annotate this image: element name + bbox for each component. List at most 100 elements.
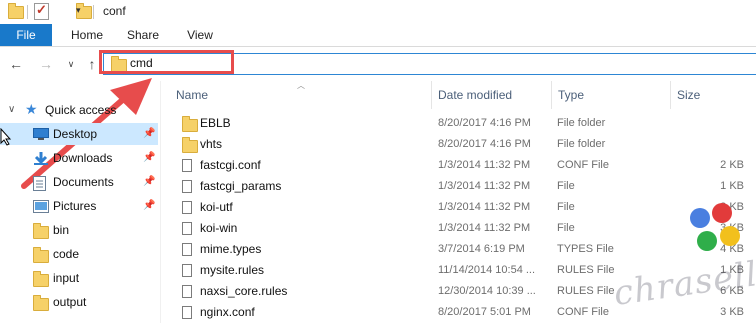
column-header-size[interactable]: Size (671, 81, 756, 109)
file-row[interactable]: mime.types 3/7/2014 6:19 PM TYPES File 4 KB (173, 239, 756, 260)
file-row[interactable]: koi-win1/3/2014 11:32 PMFile3 KB (173, 218, 756, 239)
file-date-modified: 8/20/2017 4:16 PM (438, 138, 531, 150)
folder-icon (33, 295, 49, 311)
file-row[interactable]: fastcgi.conf 1/3/2014 11:32 PM CONF File 2 … (173, 155, 756, 176)
logo-dot-yellow (720, 226, 740, 246)
file-icon (182, 285, 192, 298)
file-icon (182, 222, 192, 235)
file-type: RULES File (557, 285, 615, 297)
file-type: CONF File (557, 306, 609, 318)
file-name: mysite.rules (200, 263, 265, 277)
sidebar-item-label: Desktop (53, 127, 98, 141)
file-type: RULES File (557, 264, 615, 276)
up-icon[interactable]: ↑ (84, 56, 100, 72)
file-date-modified: 12/30/2014 10:39 ... (438, 285, 536, 297)
star-icon: ★ (25, 101, 38, 117)
logo-dot-red (712, 203, 732, 223)
file-name: fastcgi.conf (200, 158, 261, 172)
file-name: naxsi_core.rules (200, 284, 288, 298)
file-name: koi-win (200, 221, 238, 235)
pin-icon[interactable]: 📌 (143, 152, 155, 163)
column-header-name[interactable]: Name (170, 81, 432, 109)
file-icon (182, 180, 192, 193)
file-date-modified: 1/3/2014 11:32 PM (438, 159, 531, 171)
pin-icon[interactable]: 📌 (143, 128, 155, 139)
folder-icon (8, 3, 24, 19)
file-row[interactable]: vhts 8/20/2017 4:16 PM File folder (173, 134, 756, 155)
file-type: File folder (557, 138, 606, 150)
logo-dot-green (697, 231, 717, 251)
pin-icon[interactable]: 📌 (143, 200, 155, 211)
file-row[interactable]: EBLB 8/20/2017 4:16 PM File folder (173, 113, 756, 134)
sidebar-item-pictures[interactable]: Pictures 📌 (0, 195, 158, 217)
sidebar-item-quick-access[interactable]: ∨ ★ Quick access (0, 99, 158, 121)
folder-icon (33, 223, 49, 239)
file-name: fastcgi_params (200, 179, 282, 193)
file-icon (182, 159, 192, 172)
separator (27, 5, 28, 19)
logo-dot-blue (690, 208, 710, 228)
file-type: File folder (557, 117, 606, 129)
back-icon[interactable]: ← (8, 56, 24, 72)
sidebar-item-bin[interactable]: bin (0, 219, 158, 241)
tab-file[interactable]: File (0, 24, 52, 46)
file-size: 3 KB (720, 306, 744, 318)
tab-home[interactable]: Home (62, 24, 112, 46)
sidebar-item-label: bin (53, 223, 70, 237)
file-name: EBLB (200, 116, 231, 130)
file-date-modified: 11/14/2014 10:54 ... (438, 264, 536, 276)
chevron-down-icon[interactable]: ∨ (8, 104, 15, 115)
navigation-pane: ∨ ★ Quick access Desktop 📌 Downloads 📌 D… (0, 95, 160, 323)
folder-icon (33, 271, 49, 287)
pin-icon[interactable]: 📌 (143, 176, 155, 187)
recent-locations-icon[interactable]: ∨ (63, 59, 79, 70)
file-date-modified: 3/7/2014 6:19 PM (438, 243, 525, 255)
sidebar-item-label: output (53, 295, 87, 309)
mouse-cursor-icon (0, 128, 12, 146)
file-row[interactable]: koi-utf 1/3/2014 11:32 PM File 3 KB (173, 197, 756, 218)
sidebar-item-downloads[interactable]: Downloads 📌 (0, 147, 158, 169)
file-icon (182, 201, 192, 214)
file-name: vhts (200, 137, 223, 151)
file-type: CONF File (557, 159, 609, 171)
folder-icon (182, 137, 198, 153)
file-date-modified: 1/3/2014 11:32 PM (438, 222, 531, 234)
sidebar-item-label: Documents (53, 175, 114, 189)
sidebar-item-input[interactable]: input (0, 267, 158, 289)
annotation-highlight-box (99, 50, 234, 74)
file-name: mime.types (200, 242, 262, 256)
file-name: koi-utf (200, 200, 233, 214)
sidebar-item-code[interactable]: code (0, 243, 158, 265)
customize-toolbar-icon[interactable]: ▾ (76, 5, 86, 17)
file-size: 2 KB (720, 159, 744, 171)
pane-divider[interactable] (160, 81, 161, 323)
file-date-modified: 8/20/2017 4:16 PM (438, 117, 531, 129)
column-header-date-modified[interactable]: Date modified (432, 81, 552, 109)
file-type: File (557, 222, 575, 234)
file-date-modified: 8/20/2017 5:01 PM (438, 306, 531, 318)
tab-share[interactable]: Share (118, 24, 168, 46)
tab-view[interactable]: View (175, 24, 225, 46)
folder-icon (182, 116, 198, 132)
sidebar-item-label: input (53, 271, 80, 285)
desktop-icon (33, 128, 49, 143)
sidebar-item-label: code (53, 247, 80, 261)
file-icon (182, 306, 192, 319)
properties-icon[interactable] (34, 2, 49, 20)
separator (93, 5, 94, 19)
file-date-modified: 1/3/2014 11:32 PM (438, 201, 531, 213)
folder-icon (33, 247, 49, 263)
ribbon: File Home Share View (0, 24, 756, 47)
sidebar-item-desktop[interactable]: Desktop 📌 (0, 123, 158, 145)
file-icon (182, 264, 192, 277)
column-header-type[interactable]: Type (552, 81, 671, 109)
sidebar-item-output[interactable]: output (0, 291, 158, 313)
forward-icon[interactable]: → (38, 56, 54, 72)
sidebar-item-documents[interactable]: Documents 📌 (0, 171, 158, 193)
file-date-modified: 1/3/2014 11:32 PM (438, 180, 531, 192)
file-row[interactable]: fastcgi_params 1/3/2014 11:32 PM File 1 KB (173, 176, 756, 197)
download-icon (33, 152, 49, 169)
window-title: conf (103, 4, 126, 18)
file-name: nginx.conf (200, 305, 255, 319)
file-type: TYPES File (557, 243, 614, 255)
